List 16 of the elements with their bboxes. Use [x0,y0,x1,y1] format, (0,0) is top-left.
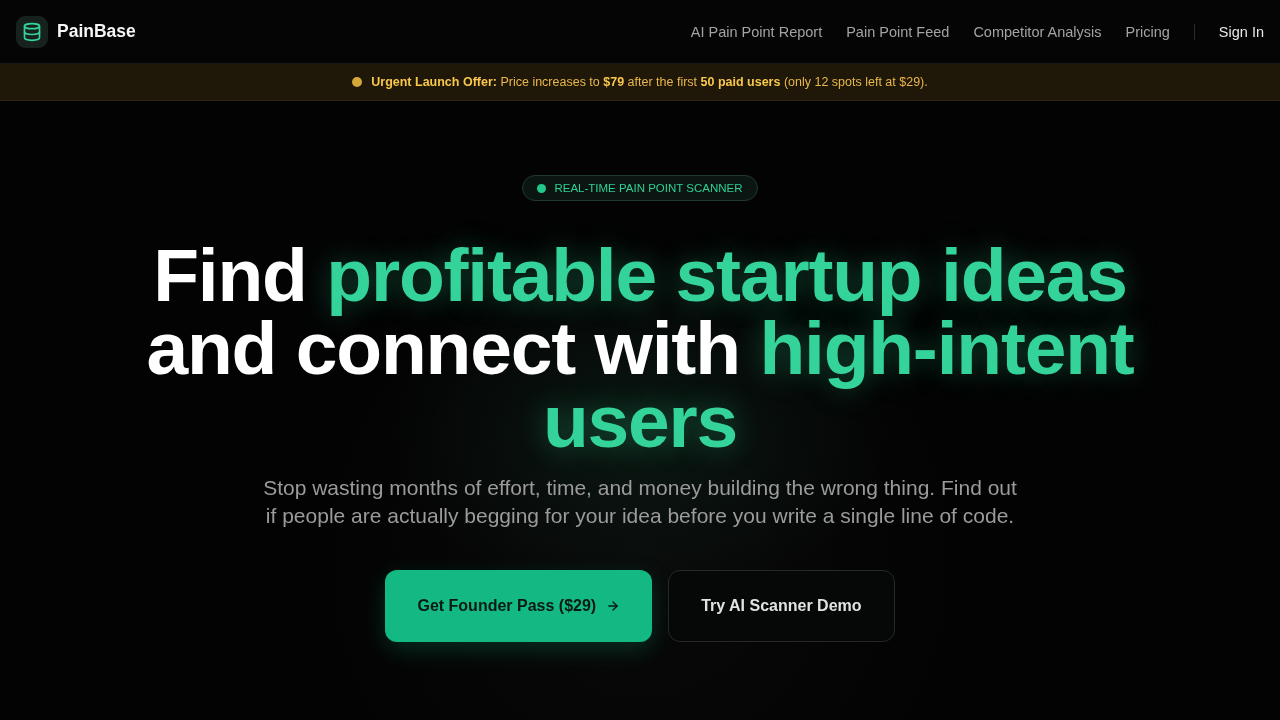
scanner-demo-button[interactable]: Try AI Scanner Demo [668,570,895,642]
sign-in-link[interactable]: Sign In [1218,23,1264,40]
arrow-right-icon [606,599,621,613]
nav-link[interactable]: Pain Point Feed [846,23,950,40]
status-dot-icon [352,77,363,87]
badge-label: REAL-TIME PAIN POINT SCANNER [554,182,743,194]
nav-link[interactable]: Pricing [1125,23,1170,40]
nav-link[interactable]: AI Pain Point Report [690,23,823,40]
database-icon [16,15,48,48]
hero-subtitle: Stop wasting months of effort, time, and money building the wrong thing. Find out if people are actually begging for your idea before you write a single line of code. [262,475,1018,529]
announcement-text: Urgent Launch Offer: Price increases to $79 after the first 50 paid users (only 12 spots left at $29). [371,75,928,89]
founder-pass-button[interactable]: Get Founder Pass ($29) [385,570,653,642]
hero-heading: Find profitable startup ideas and connect with high-intent users [145,239,1135,458]
nav-link[interactable]: Competitor Analysis [973,23,1102,40]
brand-name[interactable]: PainBase [57,21,136,42]
status-dot-icon [537,183,547,193]
